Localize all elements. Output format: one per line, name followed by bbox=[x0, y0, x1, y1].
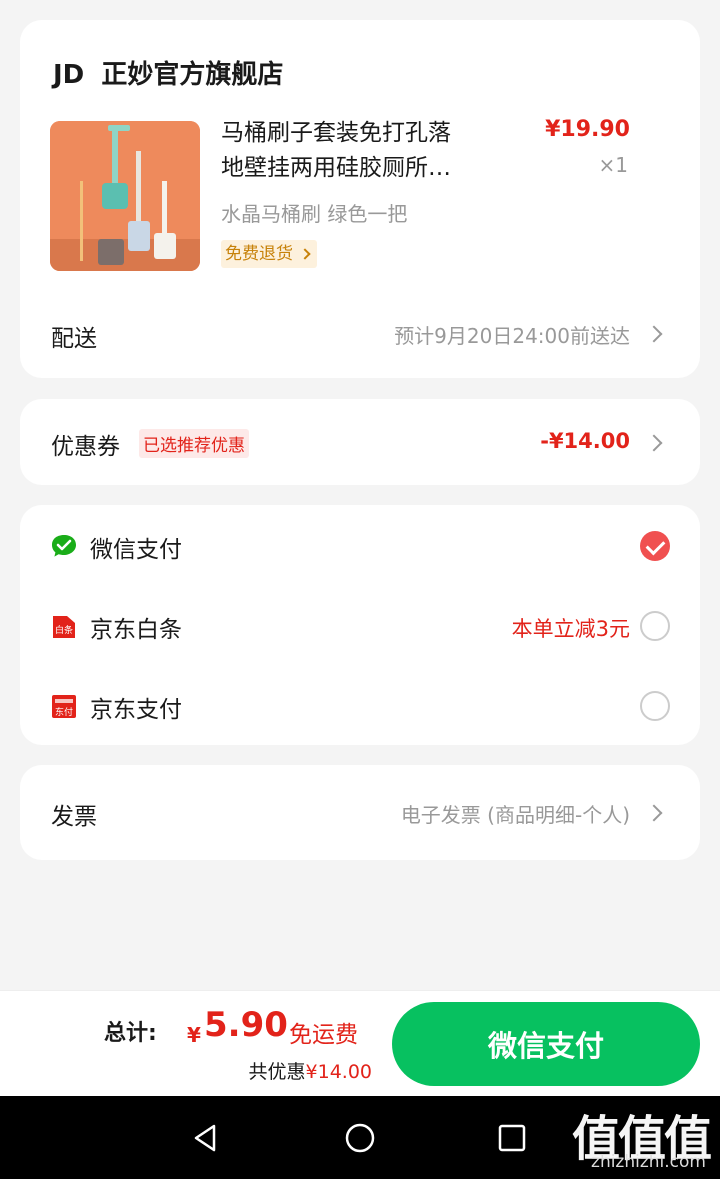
payment-label: 微信支付 bbox=[90, 537, 182, 563]
free-return-label: 免费退货 bbox=[225, 244, 293, 264]
checkout-bar: 总计: ¥ 5.90 免运费 共优惠¥14.00 微信支付 bbox=[0, 990, 720, 1096]
back-icon[interactable] bbox=[190, 1122, 222, 1154]
product-title[interactable]: 马桶刷子套装免打孔落 地壁挂两用硅胶厕所… bbox=[221, 116, 501, 186]
payment-option-jd-pay[interactable]: 东付 京东支付 bbox=[20, 665, 700, 745]
svg-text:东付: 东付 bbox=[55, 706, 73, 718]
currency-symbol: ¥ bbox=[187, 1023, 201, 1047]
wechat-pay-icon bbox=[52, 535, 76, 557]
invoice-row[interactable]: 发票 电子发票 (商品明细-个人) bbox=[20, 765, 700, 860]
total-discount: 共优惠¥14.00 bbox=[249, 1057, 373, 1084]
product-image[interactable] bbox=[50, 121, 200, 271]
invoice-value: 电子发票 (商品明细-个人) bbox=[400, 803, 630, 827]
svg-text:白条: 白条 bbox=[55, 624, 73, 636]
total-amount: 5.90 bbox=[204, 1005, 288, 1045]
radio-unchecked-icon[interactable] bbox=[640, 611, 670, 641]
order-card: JD 正妙官方旗舰店 马桶刷子套装免打孔落 地壁挂两用硅胶厕所… ¥19.90 … bbox=[20, 20, 700, 378]
total-label: 总计: bbox=[104, 1021, 157, 1046]
payment-label: 京东白条 bbox=[90, 617, 182, 643]
coupon-discount-value: -¥14.00 bbox=[540, 429, 630, 453]
invoice-label: 发票 bbox=[51, 804, 97, 830]
product-spec: 水晶马桶刷 绿色一把 bbox=[221, 202, 408, 226]
jd-pay-icon: 东付 bbox=[52, 695, 76, 718]
chevron-right-icon bbox=[299, 248, 311, 260]
jd-baitiao-icon: 白条 bbox=[53, 616, 75, 638]
coupon-recommended-tag: 已选推荐优惠 bbox=[139, 429, 249, 458]
baitiao-promo: 本单立减3元 bbox=[511, 617, 630, 641]
discount-label: 共优惠 bbox=[248, 1061, 306, 1083]
free-return-tag[interactable]: 免费退货 bbox=[221, 240, 317, 268]
jd-logo: JD bbox=[53, 60, 85, 90]
delivery-estimate[interactable]: 预计9月20日24:00前送达 bbox=[394, 320, 630, 349]
recent-apps-icon[interactable] bbox=[496, 1122, 528, 1154]
payment-option-jd-baitiao[interactable]: 白条 京东白条 本单立减3元 bbox=[20, 585, 700, 665]
coupon-row[interactable]: 优惠券 已选推荐优惠 -¥14.00 bbox=[20, 399, 700, 485]
product-price: ¥19.90 bbox=[545, 117, 630, 142]
product-title-line1: 马桶刷子套装免打孔落 bbox=[221, 120, 451, 146]
payment-option-wechat[interactable]: 微信支付 bbox=[20, 505, 700, 585]
product-title-line2: 地壁挂两用硅胶厕所… bbox=[221, 155, 451, 181]
chevron-right-icon[interactable] bbox=[645, 804, 663, 822]
home-icon[interactable] bbox=[344, 1122, 376, 1154]
system-nav-bar: 值值值 zhizhizhi.com bbox=[0, 1096, 720, 1179]
product-quantity: ×1 bbox=[598, 153, 628, 177]
free-shipping-label: 免运费 bbox=[289, 1022, 358, 1048]
chevron-right-icon[interactable] bbox=[645, 325, 663, 343]
shop-name-text: 正妙官方旗舰店 bbox=[101, 60, 284, 90]
toilet-brush-illustration bbox=[50, 121, 200, 271]
radio-checked-icon[interactable] bbox=[640, 531, 670, 561]
payment-label: 京东支付 bbox=[90, 697, 182, 723]
shop-name[interactable]: JD 正妙官方旗舰店 bbox=[53, 54, 283, 91]
delivery-label: 配送 bbox=[51, 326, 97, 352]
payment-methods: 微信支付 白条 京东白条 本单立减3元 东付 京东支付 bbox=[20, 505, 700, 745]
chevron-right-icon[interactable] bbox=[645, 434, 663, 452]
wechat-pay-button[interactable]: 微信支付 bbox=[392, 1002, 700, 1086]
watermark-url: zhizhizhi.com bbox=[591, 1152, 706, 1172]
discount-amount: ¥14.00 bbox=[305, 1061, 372, 1083]
coupon-label: 优惠券 bbox=[51, 434, 120, 460]
radio-unchecked-icon[interactable] bbox=[640, 691, 670, 721]
